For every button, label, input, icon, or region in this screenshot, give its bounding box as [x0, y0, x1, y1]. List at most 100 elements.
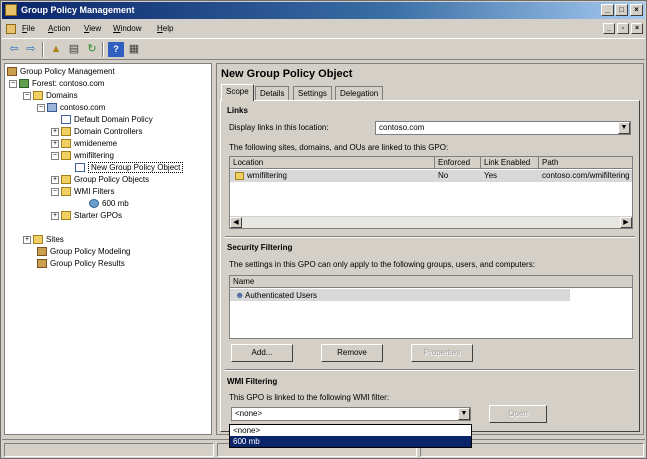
child-restore-button[interactable]: ▫ — [617, 23, 629, 34]
col-name[interactable]: Name — [230, 276, 632, 288]
chevron-down-icon[interactable]: ▼ — [618, 122, 630, 134]
folder-icon — [61, 187, 71, 197]
scroll-right-icon[interactable]: ▶ — [620, 217, 632, 228]
col-link-enabled[interactable]: Link Enabled — [481, 157, 539, 169]
ou-folder-icon — [61, 127, 71, 137]
tab-details[interactable]: Details — [255, 86, 290, 100]
forward-icon[interactable]: ⇨ — [23, 42, 39, 57]
properties-button[interactable]: Properties — [411, 344, 473, 362]
menu-help[interactable]: Help — [157, 24, 173, 33]
forest-icon — [19, 79, 29, 89]
linked-text: The following sites, domains, and OUs ar… — [229, 143, 449, 152]
location-label: Display links in this location: — [229, 123, 329, 132]
security-list[interactable]: Name ☻Authenticated Users — [229, 275, 633, 339]
ou-folder-icon — [61, 151, 71, 161]
scroll-left-icon[interactable]: ◀ — [230, 217, 242, 228]
tree-node-wmifiltering[interactable]: − wmifiltering — [51, 150, 114, 162]
child-close-button[interactable]: × — [631, 23, 643, 34]
wmi-heading: WMI Filtering — [227, 377, 278, 386]
wmi-dropdown-list[interactable]: <none> 600 mb — [229, 424, 472, 448]
close-button[interactable]: × — [630, 4, 643, 16]
child-minimize-button[interactable]: _ — [603, 23, 615, 34]
status-panel — [4, 443, 214, 457]
tree-node-contoso[interactable]: − contoso.com — [37, 102, 105, 114]
security-heading: Security Filtering — [227, 243, 293, 252]
tree-node-domain-controllers[interactable]: + Domain Controllers — [51, 126, 142, 138]
menu-view[interactable]: View — [84, 24, 101, 33]
refresh-icon[interactable]: ↻ — [84, 42, 100, 57]
row-enforced: No — [438, 171, 449, 180]
tree-node-sites[interactable]: + Sites — [23, 234, 64, 246]
help-icon[interactable]: ? — [108, 42, 124, 57]
tree-node-wmideneme[interactable]: + wmideneme — [51, 138, 117, 150]
collapse-icon[interactable]: − — [51, 187, 59, 196]
toolbar-separator — [102, 42, 104, 57]
collapse-icon[interactable]: − — [9, 79, 17, 88]
tree-node-group-policy-management[interactable]: Group Policy Management — [7, 66, 115, 78]
tree-node-modeling[interactable]: Group Policy Modeling — [37, 246, 130, 258]
open-button[interactable]: Open — [489, 405, 547, 423]
gpm-icon — [7, 67, 17, 77]
tree-node-group-policy-objects[interactable]: + Group Policy Objects — [51, 174, 149, 186]
tree-node-starter-gpos[interactable]: + Starter GPOs — [51, 210, 122, 222]
console-icon[interactable] — [6, 24, 16, 34]
expand-icon[interactable]: + — [23, 235, 31, 244]
location-combo[interactable]: contoso.com ▼ — [375, 121, 631, 135]
col-location[interactable]: Location — [230, 157, 435, 169]
toolbar-separator — [42, 42, 44, 57]
tree-node-forest[interactable]: − Forest: contoso.com — [9, 78, 104, 90]
col-path[interactable]: Path — [539, 157, 632, 169]
scope-tab-body: Links Display links in this location: co… — [220, 100, 640, 432]
gpo-title: New Group Policy Object — [221, 68, 353, 80]
col-enforced[interactable]: Enforced — [435, 157, 481, 169]
location-value: contoso.com — [379, 123, 425, 132]
expand-icon[interactable]: + — [51, 139, 59, 148]
gpo-link-icon — [75, 163, 85, 173]
chevron-down-icon[interactable]: ▼ — [458, 408, 470, 420]
collapse-icon[interactable]: − — [37, 103, 45, 112]
menu-action[interactable]: Action — [48, 24, 70, 33]
row-path: contoso.com/wmifiltering — [542, 171, 630, 180]
expand-icon[interactable]: + — [51, 175, 59, 184]
tab-delegation[interactable]: Delegation — [335, 86, 384, 100]
properties-icon[interactable]: ▦ — [126, 42, 142, 57]
console-tree[interactable]: Group Policy Management − Forest: contoso… — [4, 63, 212, 435]
tree-node-domains[interactable]: − Domains — [23, 90, 78, 102]
maximize-button[interactable]: □ — [615, 4, 628, 16]
tree-node-600mb[interactable]: 600 mb — [89, 198, 129, 210]
add-button[interactable]: Add... — [231, 344, 293, 362]
tree-node-new-gpo[interactable]: New Group Policy Object — [75, 162, 184, 174]
links-list[interactable]: Location Enforced Link Enabled Path wmif… — [229, 156, 633, 229]
collapse-icon[interactable]: − — [23, 91, 31, 100]
gpo-link-icon — [61, 115, 71, 125]
folder-icon — [61, 211, 71, 221]
collapse-icon[interactable]: − — [51, 151, 59, 160]
users-icon: ☻ — [235, 290, 245, 300]
modeling-icon — [37, 247, 47, 257]
menu-window[interactable]: Window — [113, 24, 141, 33]
minimize-button[interactable]: _ — [601, 4, 614, 16]
results-icon — [37, 259, 47, 269]
expand-icon[interactable]: + — [51, 211, 59, 220]
tree-node-wmi-filters[interactable]: − WMI Filters — [51, 186, 114, 198]
wmi-filter-icon — [89, 199, 99, 209]
tab-settings[interactable]: Settings — [293, 86, 332, 100]
menu-file[interactable]: File — [22, 24, 35, 33]
tab-scope[interactable]: Scope — [221, 84, 254, 101]
tree-node-default-domain-policy[interactable]: Default Domain Policy — [61, 114, 153, 126]
folder-icon — [33, 91, 43, 101]
wmi-option-none[interactable]: <none> — [230, 425, 471, 436]
wmi-option-600mb[interactable]: 600 mb — [230, 436, 471, 447]
show-hide-tree-icon[interactable]: ▤ — [66, 42, 82, 57]
title-bar[interactable]: Group Policy Management _ □ × — [2, 2, 645, 19]
tree-node-results[interactable]: Group Policy Results — [37, 258, 125, 270]
menu-bar: File Action View Window Help _ ▫ × — [2, 20, 645, 38]
expand-icon[interactable]: + — [51, 127, 59, 136]
row-location: wmifiltering — [232, 170, 432, 182]
wmi-filter-combo[interactable]: <none> ▼ — [231, 407, 471, 421]
back-icon[interactable]: ⇦ — [6, 42, 22, 57]
up-folder-icon[interactable]: ▲ — [48, 42, 64, 57]
links-hscrollbar[interactable]: ◀ ▶ — [230, 216, 632, 228]
remove-button[interactable]: Remove — [321, 344, 383, 362]
wmi-text: This GPO is linked to the following WMI … — [229, 393, 390, 402]
